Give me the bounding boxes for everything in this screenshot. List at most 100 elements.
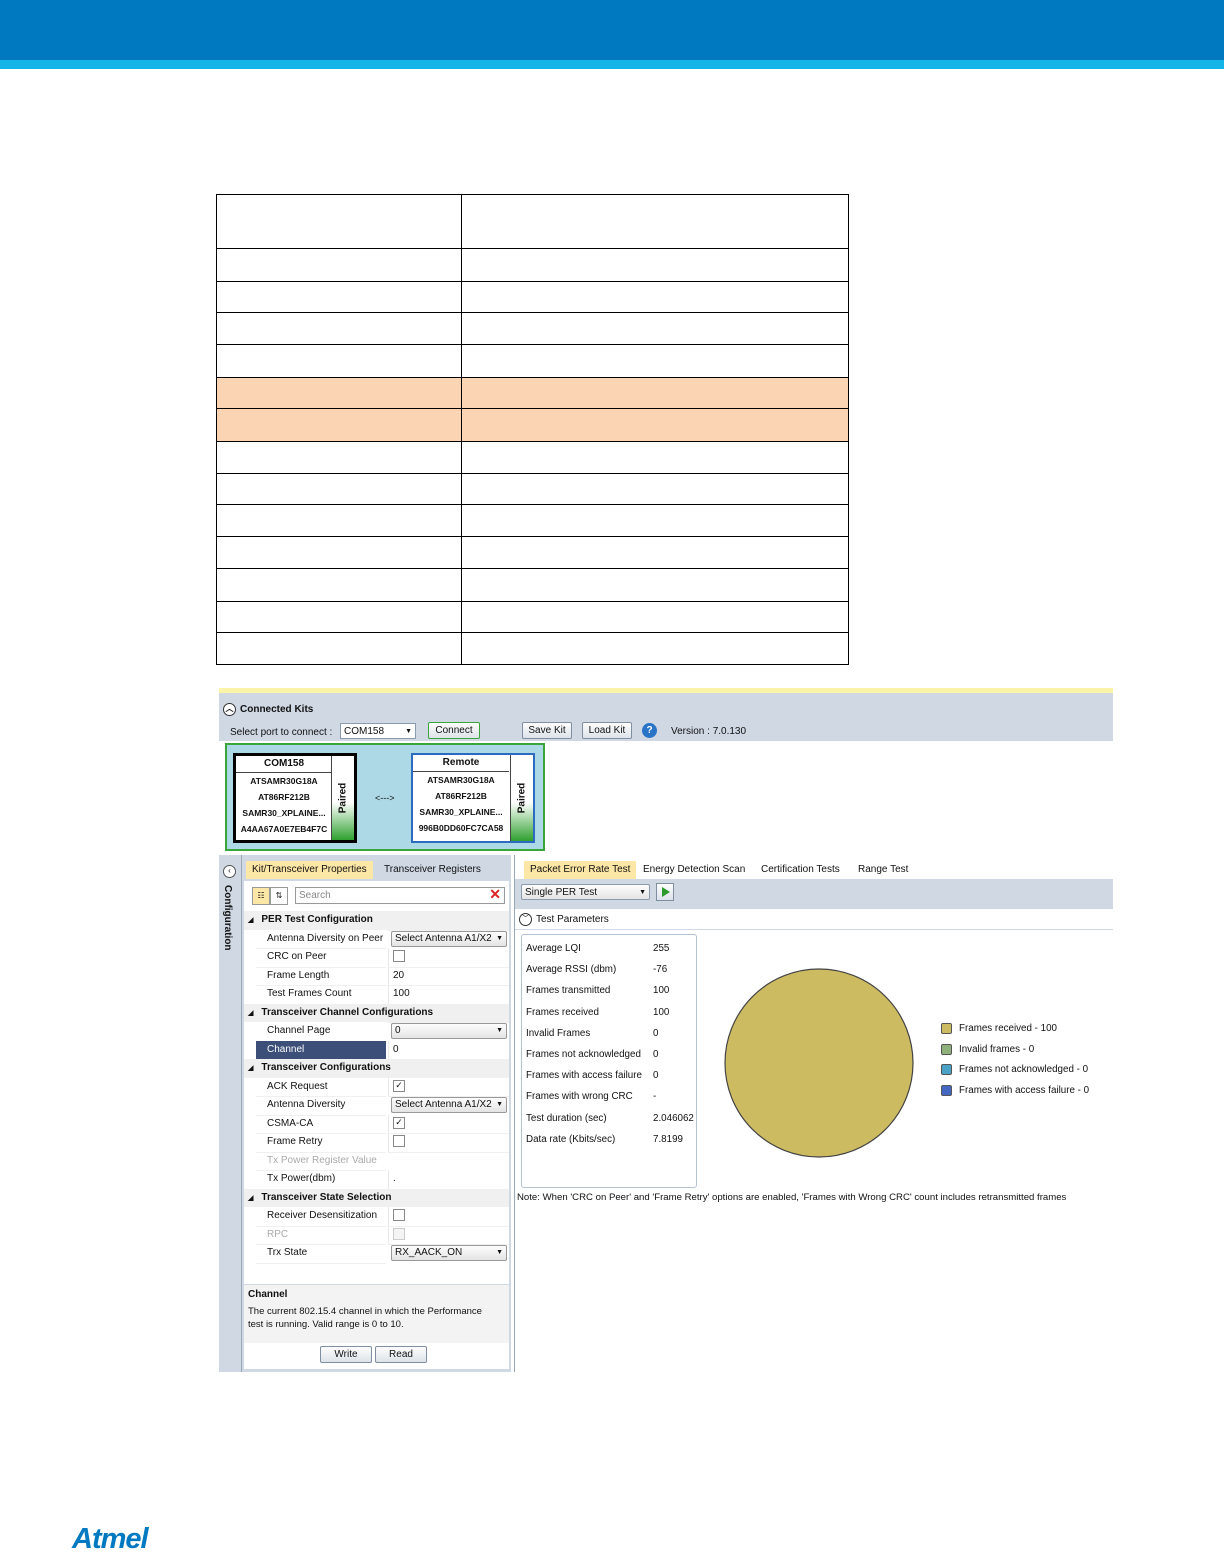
property-name[interactable]: Trx State — [256, 1244, 386, 1264]
clear-search-icon[interactable]: ✕ — [489, 887, 501, 902]
test-mode-select[interactable]: Single PER Test ▼ — [521, 884, 650, 900]
property-value[interactable] — [388, 1133, 509, 1153]
property-name[interactable]: Channel Page — [256, 1022, 386, 1042]
table-cell-label — [216, 281, 462, 313]
pie-slice — [724, 968, 914, 1158]
remote-kit-status: Paired — [510, 755, 533, 841]
property-name[interactable]: Frame Length — [256, 967, 386, 986]
connect-button[interactable]: Connect — [428, 722, 480, 739]
local-kit-name: COM158 — [236, 756, 332, 773]
table-cell-label — [216, 377, 462, 409]
checkbox-checked-icon[interactable]: ✓ — [393, 1116, 405, 1129]
property-value[interactable]: 0 — [388, 1040, 509, 1060]
property-value[interactable]: 20 — [388, 966, 509, 986]
property-name[interactable]: Antenna Diversity — [256, 1096, 386, 1116]
property-name[interactable]: Channel — [256, 1040, 386, 1060]
remote-kit-card[interactable]: Remote ATSAMR30G18A AT86RF212B SAMR30_XP… — [411, 753, 535, 843]
tab-kit-transceiver-properties[interactable]: Kit/Transceiver Properties — [246, 861, 373, 879]
table-cell-value — [461, 504, 849, 537]
property-value[interactable] — [388, 948, 509, 968]
configuration-strip[interactable]: ‹ Configuration — [219, 855, 242, 1372]
property-name[interactable]: Frame Retry — [256, 1133, 386, 1153]
property-name[interactable]: Tx Power(dbm) — [256, 1170, 386, 1190]
remote-kit-address: 996B0DD60FC7CA58 — [418, 823, 504, 833]
property-value — [388, 1151, 509, 1153]
tab-range-test[interactable]: Range Test — [852, 861, 914, 879]
property-value[interactable]: 0 ▼ — [388, 1022, 509, 1039]
tab-energy-detection-scan[interactable]: Energy Detection Scan — [637, 861, 751, 879]
property-row-channel: Channel 0 — [244, 1040, 509, 1060]
property-value[interactable]: Select Antenna A1/X2 ▼ — [388, 1096, 509, 1113]
description-body: The current 802.15.4 channel in which th… — [248, 1306, 482, 1330]
property-name[interactable]: RPC — [256, 1226, 386, 1245]
expand-down-icon[interactable]: ﹀ — [519, 913, 532, 926]
port-select[interactable]: COM158 ▼ — [340, 723, 416, 739]
property-dropdown-value: Select Antenna A1/X2 — [395, 1099, 492, 1110]
start-test-button[interactable] — [656, 883, 674, 901]
property-dropdown[interactable]: Select Antenna A1/X2 ▼ — [391, 1097, 507, 1113]
collapse-left-icon[interactable]: ‹ — [223, 865, 236, 878]
local-kit-card[interactable]: COM158 ATSAMR30G18A AT86RF212B SAMR30_XP… — [233, 753, 357, 843]
tab-packet-error-rate-test[interactable]: Packet Error Rate Test — [524, 861, 637, 879]
property-search-input[interactable]: Search ✕ — [295, 887, 505, 904]
property-dropdown[interactable]: RX_AACK_ON ▼ — [391, 1245, 507, 1261]
property-name[interactable]: CSMA-CA — [256, 1115, 386, 1134]
table-row — [216, 441, 849, 474]
property-row-antenna-diversity-on-peer: Antenna Diversity on Peer Select Antenna … — [244, 929, 509, 949]
write-button[interactable]: Write — [320, 1346, 372, 1363]
property-value[interactable]: ✓ — [388, 1114, 509, 1134]
collapse-triangle-icon[interactable]: ◢ — [248, 1195, 253, 1202]
help-icon[interactable]: ? — [642, 723, 657, 738]
checkbox-unchecked-icon[interactable] — [393, 1209, 405, 1222]
checkbox-checked-icon[interactable]: ✓ — [393, 1079, 405, 1092]
property-value[interactable]: RX_AACK_ON ▼ — [388, 1244, 509, 1261]
tab-certification-tests[interactable]: Certification Tests — [755, 861, 846, 879]
property-name[interactable]: Tx Power Register Value — [256, 1152, 386, 1171]
save-kit-button[interactable]: Save Kit — [522, 722, 572, 739]
local-kit-status: Paired — [331, 756, 354, 840]
property-row-test-frames-count: Test Frames Count 100 — [244, 985, 509, 1005]
stat-label: Invalid Frames — [526, 1027, 591, 1039]
category-transceiver-configurations[interactable]: ◢ Transceiver Configurations — [244, 1059, 509, 1078]
collapse-triangle-icon[interactable]: ◢ — [248, 1065, 253, 1072]
property-name[interactable]: Antenna Diversity on Peer — [256, 930, 386, 949]
property-dropdown[interactable]: 0 ▼ — [391, 1023, 507, 1039]
checkbox-unchecked-icon[interactable] — [393, 1135, 405, 1148]
alphabetical-sort-icon[interactable]: ⇅ — [270, 887, 288, 905]
property-name[interactable]: Test Frames Count — [256, 985, 386, 1005]
category-transceiver-channel-configurations[interactable]: ◢ Transceiver Channel Configurations — [244, 1003, 509, 1022]
property-row-receiver-desensitization: Receiver Desensitization — [244, 1207, 509, 1227]
property-name[interactable]: ACK Request — [256, 1078, 386, 1097]
stat-label: Data rate (Kbits/sec) — [526, 1133, 616, 1145]
property-dropdown[interactable]: Select Antenna A1/X2 ▼ — [391, 930, 507, 947]
header-band — [0, 0, 1224, 60]
read-button[interactable]: Read — [375, 1346, 427, 1363]
collapse-triangle-icon[interactable]: ◢ — [248, 917, 253, 924]
property-text-value: 100 — [393, 988, 410, 999]
category-transceiver-state-selection[interactable]: ◢ Transceiver State Selection — [244, 1188, 509, 1207]
property-value[interactable]: 100 — [388, 985, 509, 1005]
checkbox-unchecked-icon[interactable] — [393, 950, 405, 963]
config-tabs: Kit/Transceiver Properties Transceiver R… — [246, 861, 509, 879]
legend-label: Invalid frames - 0 — [959, 1043, 1035, 1055]
stat-value: 0 — [653, 1049, 659, 1060]
property-name[interactable]: Receiver Desensitization — [256, 1207, 386, 1227]
property-value[interactable]: . — [388, 1170, 509, 1190]
table-row — [216, 504, 849, 537]
property-value[interactable]: Select Antenna A1/X2 ▼ — [388, 929, 509, 947]
test-parameters-header[interactable]: ﹀ Test Parameters — [519, 913, 609, 926]
table-cell-value — [461, 312, 849, 345]
tab-transceiver-registers[interactable]: Transceiver Registers — [378, 861, 487, 879]
category-per-test-configuration[interactable]: ◢ PER Test Configuration — [244, 911, 509, 930]
stat-row: Test duration (sec) 2.046062 — [526, 1113, 694, 1124]
categorized-view-icon[interactable]: ☷ — [252, 887, 270, 905]
configuration-strip-label: Configuration — [222, 885, 233, 951]
collapse-triangle-icon[interactable]: ◢ — [248, 1010, 253, 1017]
collapse-up-icon[interactable]: ︿ — [223, 703, 236, 716]
load-kit-button[interactable]: Load Kit — [582, 722, 632, 739]
property-name[interactable]: CRC on Peer — [256, 948, 386, 968]
property-value[interactable]: ✓ — [388, 1077, 509, 1097]
dropdown-arrow-icon: ▼ — [405, 728, 412, 735]
connected-kits-title[interactable]: ︿ Connected Kits — [223, 703, 313, 716]
property-value[interactable] — [388, 1207, 509, 1227]
